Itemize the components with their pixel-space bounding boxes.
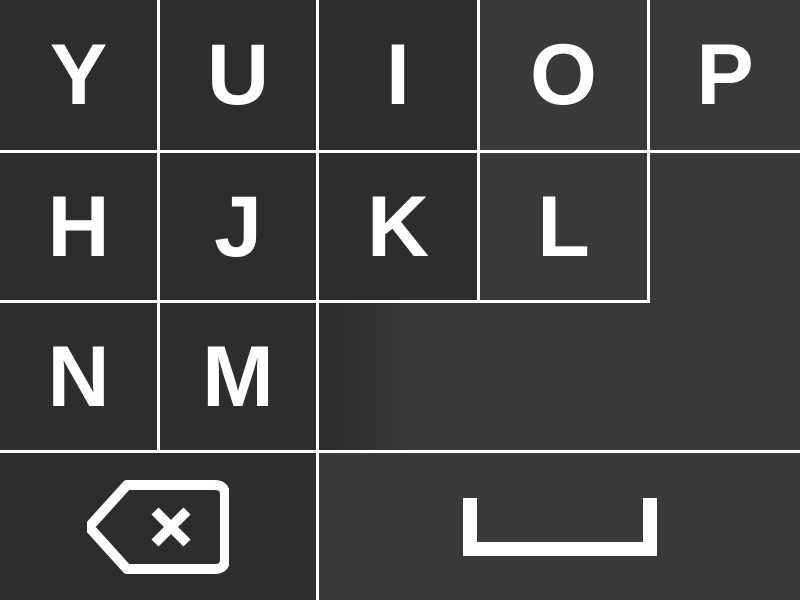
space-bar-icon bbox=[462, 497, 657, 556]
column-divider bbox=[316, 0, 319, 600]
key-o[interactable]: O bbox=[480, 0, 647, 150]
key-p[interactable]: P bbox=[650, 0, 800, 150]
key-i[interactable]: I bbox=[319, 0, 477, 150]
backspace-key[interactable] bbox=[0, 453, 316, 600]
column-divider bbox=[157, 0, 160, 450]
column-divider bbox=[477, 0, 480, 303]
on-screen-keyboard: Y U I O P H J K L N M bbox=[0, 0, 800, 600]
row-divider bbox=[0, 450, 800, 453]
key-m[interactable]: M bbox=[160, 303, 316, 450]
key-h[interactable]: H bbox=[0, 153, 157, 300]
column-divider bbox=[647, 0, 650, 303]
row-divider bbox=[0, 300, 650, 303]
key-k[interactable]: K bbox=[319, 153, 477, 300]
backspace-icon bbox=[87, 479, 229, 575]
key-n[interactable]: N bbox=[0, 303, 157, 450]
key-l[interactable]: L bbox=[480, 153, 647, 300]
space-key[interactable] bbox=[319, 453, 800, 600]
row-divider bbox=[0, 150, 800, 153]
key-y[interactable]: Y bbox=[0, 0, 157, 150]
key-j[interactable]: J bbox=[160, 153, 316, 300]
key-u[interactable]: U bbox=[160, 0, 316, 150]
